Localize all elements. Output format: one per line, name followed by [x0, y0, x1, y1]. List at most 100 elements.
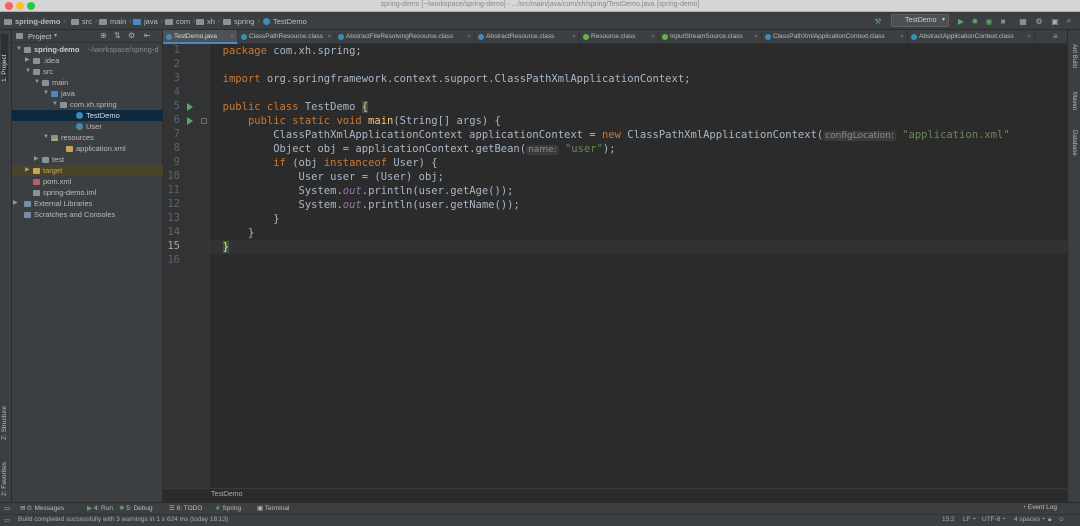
- tree-item-resources[interactable]: ▼ resources: [12, 132, 163, 143]
- run-class-icon[interactable]: [187, 103, 193, 111]
- breadcrumb-item-main[interactable]: main ›: [99, 16, 132, 27]
- indent-select[interactable]: 4 spaces ÷: [1014, 516, 1045, 523]
- tree-item-project-root[interactable]: ▼ spring-demo ~/workspace/spring-d: [12, 44, 163, 55]
- stop-icon[interactable]: ■: [998, 16, 1008, 26]
- lock-icon[interactable]: 🔒︎: [1048, 516, 1051, 524]
- tree-item-label: pom.xml: [43, 177, 72, 186]
- tree-item-idea[interactable]: ▶ .idea: [12, 55, 163, 66]
- caret-position[interactable]: 15:2: [942, 516, 955, 523]
- search-icon[interactable]: ⌕: [1064, 16, 1074, 26]
- code-line-8: Object obj = applicationContext.getBean(…: [210, 142, 616, 156]
- tab-list-icon[interactable]: ≡: [1053, 32, 1058, 41]
- database-tool-tab[interactable]: Database: [1071, 130, 1077, 156]
- collapse-all-icon[interactable]: ⇅: [114, 31, 121, 40]
- close-icon[interactable]: ×: [572, 30, 576, 44]
- project-tool-tab[interactable]: 1: Project: [1, 34, 8, 82]
- tree-item-scratches[interactable]: Scratches and Consoles: [12, 209, 163, 220]
- chevron-down-icon[interactable]: ▾: [54, 32, 57, 39]
- chevron-right-icon: ▶: [25, 167, 30, 173]
- favorites-tool-tab[interactable]: 2: Favorites: [1, 446, 8, 496]
- tree-item-target[interactable]: ▶ target: [12, 165, 163, 176]
- ant-build-tool-tab[interactable]: Ant Build: [1071, 44, 1077, 68]
- maven-tool-tab[interactable]: Maven: [1071, 92, 1077, 110]
- chevron-down-icon: ▼: [16, 46, 22, 52]
- coverage-icon[interactable]: ◉: [984, 16, 994, 26]
- tree-item-pom-xml[interactable]: pom.xml: [12, 176, 163, 187]
- run-configuration-select[interactable]: TestDemo ▾: [891, 14, 949, 27]
- code-editor[interactable]: 1 2 3 4 5 6 7 8 9 10 11 12 13 14 15 16 p…: [163, 44, 1067, 488]
- settings-icon[interactable]: ⚙: [1034, 16, 1044, 26]
- class-icon: [241, 34, 247, 40]
- close-icon[interactable]: ×: [754, 30, 758, 44]
- code-text: }: [247, 227, 255, 239]
- close-icon[interactable]: ×: [230, 30, 234, 44]
- run-icon[interactable]: ▶: [956, 16, 966, 26]
- build-hammer-icon[interactable]: ⚒: [873, 16, 883, 26]
- tab-abstractresource[interactable]: AbstractResource.class ×: [475, 30, 580, 44]
- breadcrumb-item-com[interactable]: com ›: [165, 16, 196, 27]
- hide-panel-icon[interactable]: ⇤: [144, 31, 151, 40]
- tree-item-src[interactable]: ▼ src: [12, 66, 163, 77]
- encoding-select[interactable]: UTF-8 ÷: [982, 516, 1006, 523]
- class-icon: [166, 34, 172, 40]
- tab-testdemo-java[interactable]: TestDemo.java ×: [163, 30, 238, 44]
- breadcrumb-item-project[interactable]: spring-demo ›: [4, 16, 66, 27]
- fold-marker-icon[interactable]: [201, 118, 207, 124]
- tool-tab-spring[interactable]: ❦ Spring: [215, 504, 241, 512]
- chevron-down-icon: ▾: [941, 17, 945, 23]
- locate-icon[interactable]: ⊕: [100, 31, 107, 40]
- scratches-icon: [24, 212, 31, 218]
- close-icon[interactable]: ×: [467, 30, 471, 44]
- tree-item-java[interactable]: ▼ java: [12, 88, 163, 99]
- close-icon[interactable]: ×: [327, 30, 331, 44]
- tree-item-iml[interactable]: spring-demo.iml: [12, 187, 163, 198]
- tool-tab-terminal[interactable]: ▣ Terminal: [257, 504, 289, 512]
- breadcrumb-item-class[interactable]: TestDemo: [263, 16, 307, 27]
- tab-abstractfileresolvingresource[interactable]: AbstractFileResolvingResource.class ×: [335, 30, 475, 44]
- code-text: System.: [298, 185, 343, 197]
- tab-abstractapplicationcontext[interactable]: AbstractApplicationContext.class ×: [908, 30, 1035, 44]
- tree-item-package[interactable]: ▼ com.xh.spring: [12, 99, 163, 110]
- breadcrumb-item-src[interactable]: src ›: [71, 16, 97, 27]
- breadcrumb-item-xh[interactable]: xh ›: [196, 16, 220, 27]
- project-view-select[interactable]: Project: [28, 32, 51, 41]
- tool-tab-debug[interactable]: ✹ 5: Debug: [119, 504, 153, 512]
- folder-icon: [24, 47, 31, 53]
- tab-classpathresource[interactable]: ClassPathResource.class ×: [238, 30, 335, 44]
- tool-windows-toggle-icon[interactable]: ▭: [4, 504, 10, 512]
- debug-icon[interactable]: ✹: [970, 16, 980, 26]
- tree-item-testdemo[interactable]: TestDemo: [12, 110, 163, 121]
- inspector-icon[interactable]: ☺: [1058, 516, 1065, 523]
- folder-icon: [196, 18, 204, 25]
- editor-breadcrumb-label[interactable]: TestDemo: [211, 491, 243, 498]
- line-separator-select[interactable]: LF ÷: [963, 516, 976, 523]
- tab-classpathxmlapplicationcontext[interactable]: ClassPathXmlApplicationContext.class ×: [762, 30, 908, 44]
- status-panel-icon[interactable]: ▭: [4, 516, 10, 524]
- breadcrumb-item-java[interactable]: java ›: [133, 16, 163, 27]
- tree-item-test[interactable]: ▶ test: [12, 154, 163, 165]
- tree-item-main[interactable]: ▼ main: [12, 77, 163, 88]
- tree-item-external-libraries[interactable]: ▶ External Libraries: [12, 198, 163, 209]
- project-structure-icon[interactable]: ▦: [1018, 16, 1028, 26]
- tool-tab-messages[interactable]: ✉ 0: Messages: [20, 504, 64, 512]
- status-message[interactable]: Build completed successfully with 3 warn…: [18, 516, 228, 523]
- string-literal: "application.xml": [895, 129, 1010, 141]
- run-method-icon[interactable]: [187, 117, 193, 125]
- structure-tool-tab[interactable]: Z: Structure: [1, 390, 8, 440]
- tree-item-application-xml[interactable]: application.xml: [12, 143, 163, 154]
- line-number: 13: [167, 212, 180, 224]
- tab-inputstreamsource[interactable]: InputStreamSource.class ×: [659, 30, 762, 44]
- tree-item-user[interactable]: User: [12, 121, 163, 132]
- gear-icon[interactable]: ⚙: [128, 31, 135, 40]
- sdk-icon[interactable]: ▣: [1050, 16, 1060, 26]
- close-icon[interactable]: ×: [651, 30, 655, 44]
- chevron-right-icon: ›: [63, 18, 66, 25]
- breadcrumb-item-spring[interactable]: spring ›: [223, 16, 260, 27]
- tool-tab-run[interactable]: ▶ 4: Run: [87, 504, 113, 512]
- tab-resource[interactable]: Resource.class ×: [580, 30, 659, 44]
- project-panel-header: Project ▾ ⊕ ⇅ ⚙ ⇤: [12, 30, 162, 43]
- tool-tab-event-log[interactable]: ◔ Event Log: [1022, 504, 1057, 511]
- tool-tab-todo[interactable]: ☰ 6: TODO: [169, 504, 202, 512]
- close-icon[interactable]: ×: [900, 30, 904, 44]
- close-icon[interactable]: ×: [1027, 30, 1031, 44]
